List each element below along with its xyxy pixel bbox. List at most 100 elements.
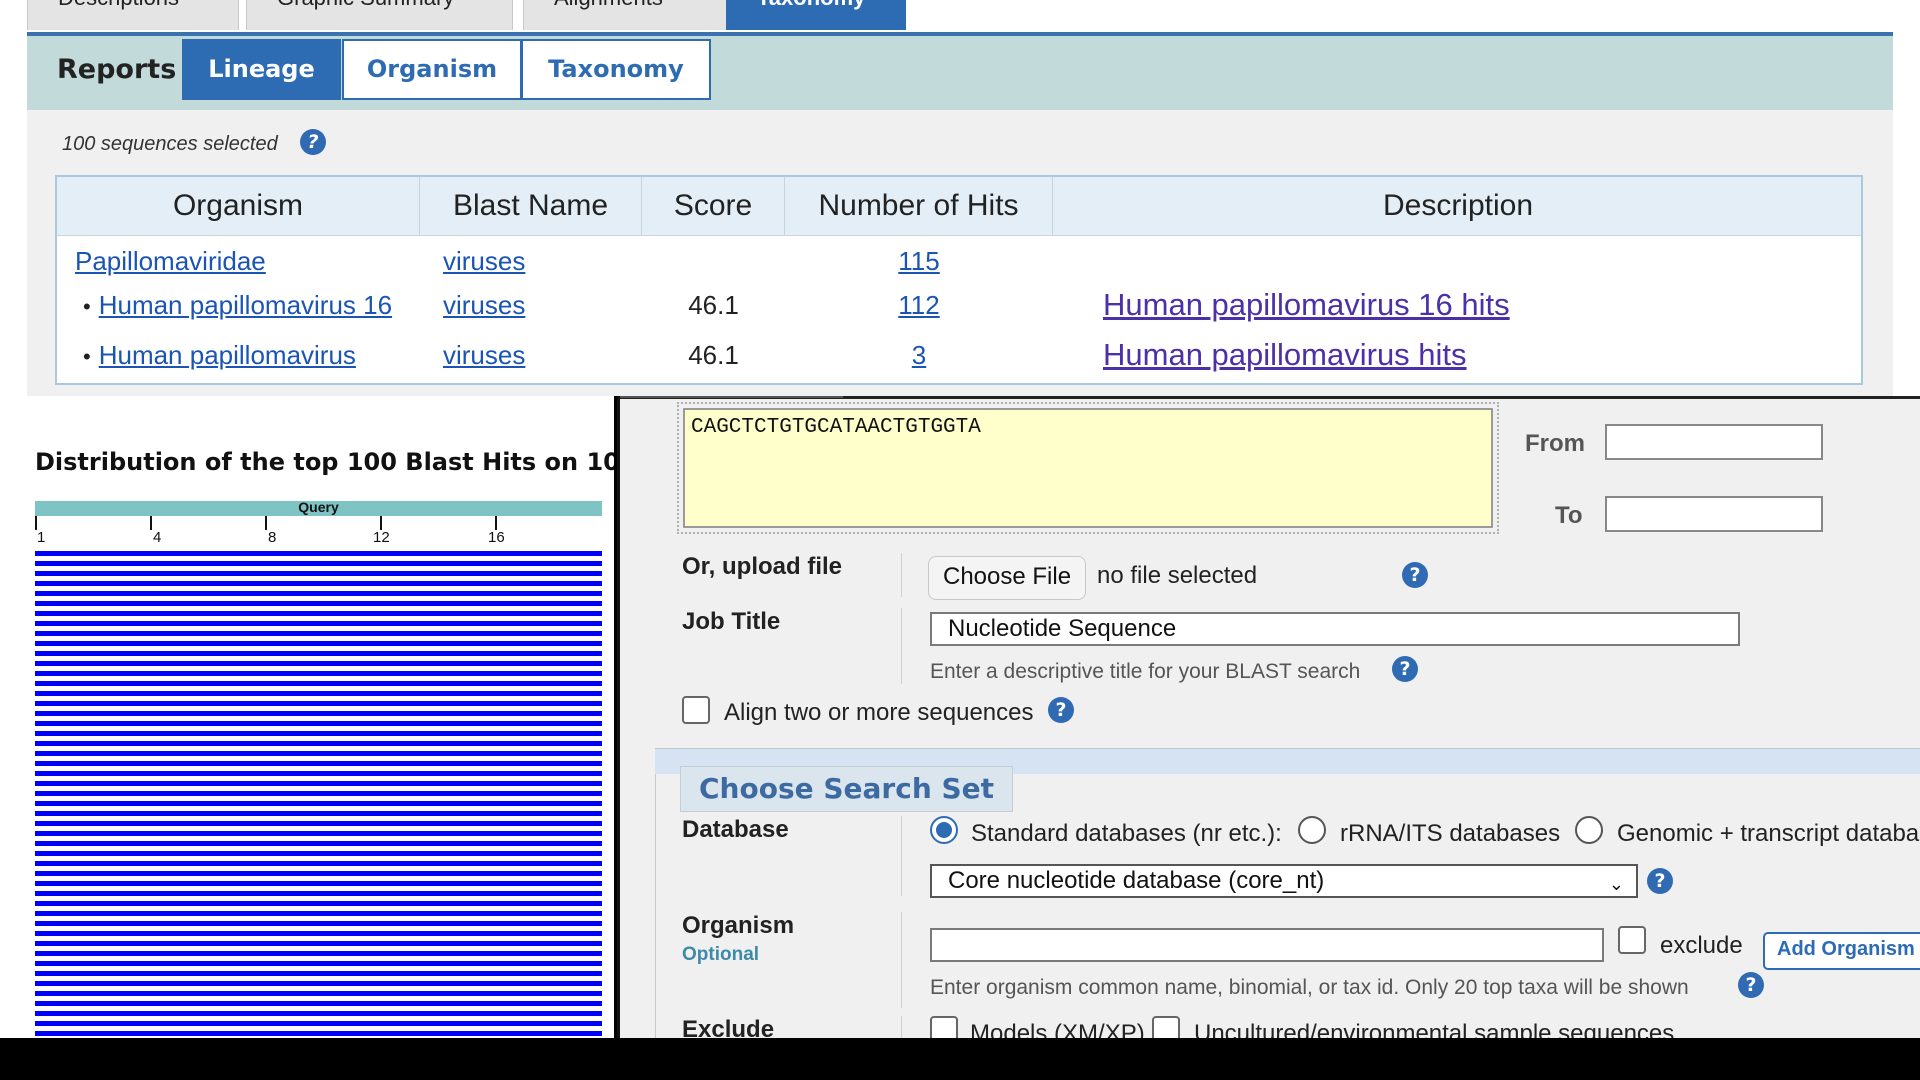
report-taxonomy-button[interactable]: Taxonomy bbox=[521, 39, 711, 100]
organism-link[interactable]: Human papillomavirus 16 bbox=[99, 290, 392, 320]
description-link[interactable]: Human papillomavirus 16 hits bbox=[1103, 287, 1510, 322]
from-input[interactable] bbox=[1605, 424, 1823, 460]
hit-line[interactable] bbox=[35, 701, 602, 706]
exclude-uncultured-checkbox[interactable] bbox=[1152, 1016, 1180, 1038]
hits-link[interactable]: 3 bbox=[912, 340, 926, 370]
hit-line[interactable] bbox=[35, 981, 602, 986]
hits-link[interactable]: 112 bbox=[898, 290, 939, 320]
hit-line[interactable] bbox=[35, 1001, 602, 1006]
help-icon[interactable]: ? bbox=[300, 129, 326, 155]
score-cell: 46.1 bbox=[688, 340, 739, 370]
column-header-score[interactable]: Score bbox=[642, 177, 785, 235]
help-icon[interactable]: ? bbox=[1647, 868, 1673, 894]
column-header-blast-name[interactable]: Blast Name bbox=[420, 177, 642, 235]
hit-line[interactable] bbox=[35, 711, 602, 716]
hit-line[interactable] bbox=[35, 691, 602, 696]
genomic-transcript-radio[interactable] bbox=[1575, 816, 1603, 844]
hit-line[interactable] bbox=[35, 671, 602, 676]
hit-line[interactable] bbox=[35, 601, 602, 606]
organism-input[interactable] bbox=[930, 928, 1604, 962]
hit-line[interactable] bbox=[35, 681, 602, 686]
hit-line[interactable] bbox=[35, 651, 602, 656]
hit-line[interactable] bbox=[35, 851, 602, 856]
hit-line[interactable] bbox=[35, 921, 602, 926]
hit-line[interactable] bbox=[35, 791, 602, 796]
hit-line[interactable] bbox=[35, 821, 602, 826]
job-title-input[interactable]: Nucleotide Sequence bbox=[930, 612, 1740, 646]
hit-line[interactable] bbox=[35, 1021, 602, 1026]
hit-line[interactable] bbox=[35, 581, 602, 586]
hit-line[interactable] bbox=[35, 871, 602, 876]
hit-line[interactable] bbox=[35, 1031, 602, 1036]
hit-line[interactable] bbox=[35, 551, 602, 556]
hit-line[interactable] bbox=[35, 761, 602, 766]
hits-link[interactable]: 115 bbox=[898, 246, 939, 276]
hit-line[interactable] bbox=[35, 561, 602, 566]
ruler-tick bbox=[265, 516, 267, 530]
hit-line[interactable] bbox=[35, 801, 602, 806]
blast-name-link[interactable]: viruses bbox=[443, 246, 525, 276]
organism-link[interactable]: Papillomaviridae bbox=[75, 246, 266, 276]
tab-taxonomy[interactable]: Taxonomy bbox=[726, 0, 906, 30]
hit-line[interactable] bbox=[35, 611, 602, 616]
add-organism-button[interactable]: Add Organism bbox=[1763, 932, 1920, 970]
hit-line[interactable] bbox=[35, 951, 602, 956]
column-header-organism[interactable]: Organism bbox=[57, 177, 420, 235]
hit-line[interactable] bbox=[35, 811, 602, 816]
column-header-number-of-hits[interactable]: Number of Hits bbox=[785, 177, 1053, 235]
hit-line[interactable] bbox=[35, 621, 602, 626]
help-icon[interactable]: ? bbox=[1738, 972, 1764, 998]
tab-alignments[interactable]: Alignments bbox=[523, 0, 750, 30]
exclude-models-checkbox[interactable] bbox=[930, 1016, 958, 1038]
hit-line[interactable] bbox=[35, 751, 602, 756]
help-icon[interactable]: ? bbox=[1392, 656, 1418, 682]
hit-line[interactable] bbox=[35, 591, 602, 596]
tab-label: Alignments bbox=[554, 0, 663, 10]
organism-link[interactable]: Human papillomavirus bbox=[99, 340, 356, 370]
selection-note: 100 sequences selected ? bbox=[62, 129, 326, 156]
hit-line[interactable] bbox=[35, 941, 602, 946]
hit-line[interactable] bbox=[35, 661, 602, 666]
hit-line[interactable] bbox=[35, 641, 602, 646]
blast-name-link[interactable]: viruses bbox=[443, 290, 525, 320]
tab-graphic-summary[interactable]: Graphic Summary bbox=[246, 0, 513, 30]
report-organism-button[interactable]: Organism bbox=[342, 39, 522, 100]
hit-line[interactable] bbox=[35, 891, 602, 896]
hit-line[interactable] bbox=[35, 831, 602, 836]
hit-line[interactable] bbox=[35, 721, 602, 726]
hit-line[interactable] bbox=[35, 841, 602, 846]
ruler-tick bbox=[495, 516, 497, 530]
hit-line[interactable] bbox=[35, 741, 602, 746]
hit-line[interactable] bbox=[35, 911, 602, 916]
tab-descriptions[interactable]: Descriptions bbox=[27, 0, 239, 30]
to-input[interactable] bbox=[1605, 496, 1823, 532]
database-select[interactable]: Core nucleotide database (core_nt) ⌄ bbox=[930, 864, 1638, 898]
hit-line[interactable] bbox=[35, 1011, 602, 1016]
hit-line[interactable] bbox=[35, 861, 602, 866]
hit-line[interactable] bbox=[35, 901, 602, 906]
description-cell: Human papillomavirus 16 hits bbox=[1103, 281, 1510, 329]
blast-name-link[interactable]: viruses bbox=[443, 340, 525, 370]
hit-line[interactable] bbox=[35, 971, 602, 976]
hit-line[interactable] bbox=[35, 991, 602, 996]
rrna-its-radio[interactable] bbox=[1298, 816, 1326, 844]
description-link[interactable]: Human papillomavirus hits bbox=[1103, 337, 1467, 372]
choose-file-button[interactable]: Choose File bbox=[928, 556, 1087, 600]
hit-line[interactable] bbox=[35, 881, 602, 886]
hit-line[interactable] bbox=[35, 961, 602, 966]
align-sequences-checkbox[interactable] bbox=[682, 696, 710, 724]
standard-databases-radio[interactable] bbox=[930, 816, 958, 844]
hit-line[interactable] bbox=[35, 631, 602, 636]
help-icon[interactable]: ? bbox=[1402, 562, 1428, 588]
hit-line[interactable] bbox=[35, 931, 602, 936]
exclude-organism-checkbox[interactable] bbox=[1618, 926, 1646, 954]
scrollbar-thumb[interactable] bbox=[620, 396, 843, 398]
query-sequence-textarea[interactable]: CAGCTCTGTGCATAACTGTGGTA bbox=[677, 402, 1499, 534]
hit-line[interactable] bbox=[35, 771, 602, 776]
hit-line[interactable] bbox=[35, 571, 602, 576]
help-icon[interactable]: ? bbox=[1048, 697, 1074, 723]
report-lineage-button[interactable]: Lineage bbox=[182, 39, 341, 100]
hit-line[interactable] bbox=[35, 731, 602, 736]
hit-line[interactable] bbox=[35, 781, 602, 786]
column-header-description[interactable]: Description bbox=[1053, 177, 1863, 235]
